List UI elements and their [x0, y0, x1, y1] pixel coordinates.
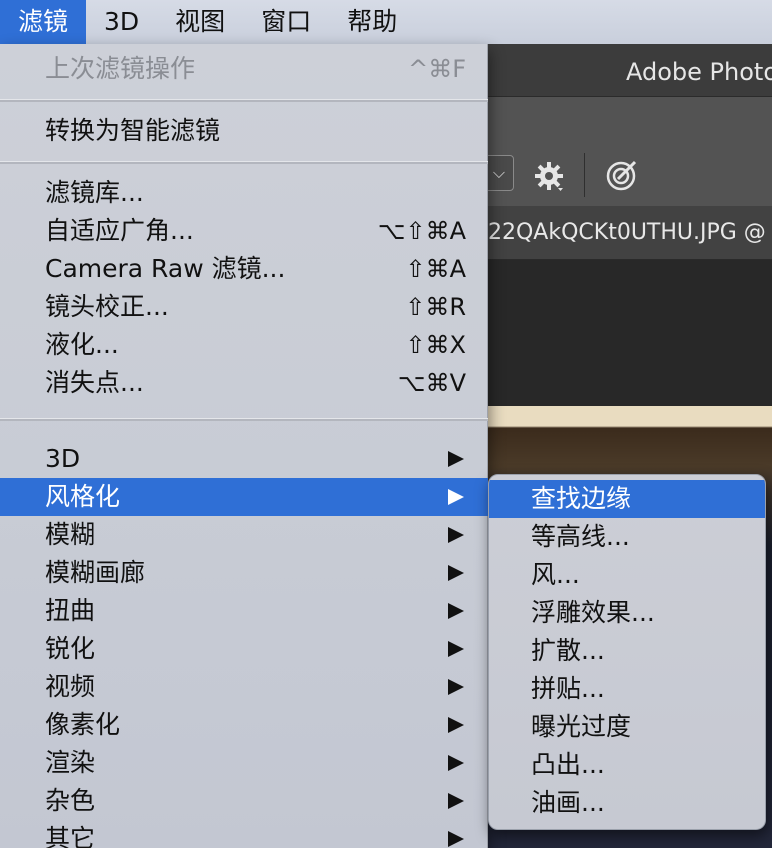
menu-item-shortcut: ⌥⌘V: [397, 369, 466, 397]
submenu-arrow-icon: [448, 565, 464, 581]
menu-item-3d[interactable]: 3D: [0, 440, 488, 478]
menu-item-sharpen[interactable]: 锐化: [0, 630, 488, 668]
submenu-item-label: 等高线...: [531, 522, 630, 551]
menu-item-label: 风格化: [45, 482, 121, 511]
options-bar: ⌵: [484, 96, 772, 206]
menu-item-label: 扭曲: [45, 596, 96, 625]
toolbar-divider: [584, 153, 585, 197]
menu-item-label: 渲染: [45, 748, 96, 777]
menu-item-pixelate[interactable]: 像素化: [0, 706, 488, 744]
menu-item-shortcut: ^⌘F: [408, 55, 466, 83]
menu-item-blur-gallery[interactable]: 模糊画廊: [0, 554, 488, 592]
submenu-arrow-icon: [448, 679, 464, 695]
menu-item-label: 自适应广角...: [45, 216, 194, 245]
menu-item-label: 视频: [45, 672, 96, 701]
window-title: Adobe Photo: [488, 44, 772, 96]
submenu-item-label: 曝光过度: [531, 712, 632, 741]
menu-item-label: 模糊: [45, 520, 96, 549]
menu-item-label: 像素化: [45, 710, 121, 739]
menu-separator: [0, 418, 488, 421]
menu-item-label: 杂色: [45, 786, 96, 815]
menu-item-label: 消失点...: [45, 368, 144, 397]
menu-item-label: 镜头校正...: [45, 292, 169, 321]
menu-item-filter-gallery[interactable]: 滤镜库...: [0, 174, 488, 212]
menu-item-stylize[interactable]: 风格化: [0, 478, 488, 516]
menu-item-label: 转换为智能滤镜: [45, 116, 221, 145]
menu-item-render[interactable]: 渲染: [0, 744, 488, 782]
menu-item-shortcut: ⌥⇧⌘A: [377, 217, 466, 245]
menu-item-other[interactable]: 其它: [0, 820, 488, 848]
menu-item-video[interactable]: 视频: [0, 668, 488, 706]
menu-item-distort[interactable]: 扭曲: [0, 592, 488, 630]
menu-separator: [0, 161, 488, 164]
submenu-item-emboss[interactable]: 浮雕效果...: [489, 594, 765, 632]
menu-item-last-filter: 上次滤镜操作 ^⌘F: [0, 50, 488, 88]
submenu-item-label: 拼贴...: [531, 674, 605, 703]
submenu-arrow-icon: [448, 793, 464, 809]
document-tab[interactable]: 22QAkQCKt0UTHU.JPG @: [488, 206, 772, 260]
submenu-item-oil-paint[interactable]: 油画...: [489, 784, 765, 822]
submenu-item-label: 油画...: [531, 788, 605, 817]
submenu-arrow-icon: [448, 603, 464, 619]
submenu-arrow-icon: [448, 831, 464, 847]
submenu-arrow-icon: [448, 717, 464, 733]
submenu-item-tiles[interactable]: 拼贴...: [489, 670, 765, 708]
submenu-item-diffuse[interactable]: 扩散...: [489, 632, 765, 670]
menubar-item-view[interactable]: 视图: [157, 0, 243, 44]
menu-item-label: 3D: [45, 444, 81, 473]
submenu-arrow-icon: [448, 451, 464, 467]
menubar-item-window[interactable]: 窗口: [243, 0, 329, 44]
tool-preset-dropdown[interactable]: ⌵: [484, 155, 514, 191]
menu-item-shortcut: ⇧⌘A: [405, 255, 466, 283]
menu-item-blur[interactable]: 模糊: [0, 516, 488, 554]
gear-icon[interactable]: [532, 159, 566, 193]
menu-bar: 滤镜 3D 视图 窗口 帮助: [0, 0, 772, 44]
menu-item-shortcut: ⇧⌘X: [405, 331, 466, 359]
submenu-item-label: 浮雕效果...: [531, 598, 655, 627]
submenu-arrow-icon: [448, 641, 464, 657]
menubar-item-help[interactable]: 帮助: [329, 0, 415, 44]
submenu-item-find-edges[interactable]: 查找边缘: [489, 480, 765, 518]
submenu-arrow-icon: [448, 489, 464, 505]
menu-item-vanishing-point[interactable]: 消失点... ⌥⌘V: [0, 364, 488, 402]
submenu-item-label: 扩散...: [531, 636, 605, 665]
menu-item-label: 锐化: [45, 634, 96, 663]
menu-item-label: Camera Raw 滤镜...: [45, 254, 286, 283]
menubar-item-3d[interactable]: 3D: [86, 0, 157, 44]
menu-item-lens-correction[interactable]: 镜头校正... ⇧⌘R: [0, 288, 488, 326]
menu-item-shortcut: ⇧⌘R: [405, 293, 466, 321]
menu-separator: [0, 99, 488, 102]
submenu-arrow-icon: [448, 755, 464, 771]
submenu-item-solarize[interactable]: 曝光过度: [489, 708, 765, 746]
menu-item-label: 模糊画廊: [45, 558, 146, 587]
submenu-item-label: 风...: [531, 560, 580, 589]
menu-item-label: 滤镜库...: [45, 178, 144, 207]
submenu-item-extrude[interactable]: 凸出...: [489, 746, 765, 784]
menu-item-noise[interactable]: 杂色: [0, 782, 488, 820]
menu-item-liquify[interactable]: 液化... ⇧⌘X: [0, 326, 488, 364]
menu-item-label: 上次滤镜操作: [45, 54, 196, 83]
menu-item-label: 液化...: [45, 330, 119, 359]
submenu-item-trace-contour[interactable]: 等高线...: [489, 518, 765, 556]
filter-menu: 上次滤镜操作 ^⌘F 转换为智能滤镜 滤镜库... 自适应广角... ⌥⇧⌘A …: [0, 44, 488, 848]
submenu-item-label: 凸出...: [531, 750, 605, 779]
submenu-arrow-icon: [448, 527, 464, 543]
submenu-item-label: 查找边缘: [531, 484, 632, 513]
menu-item-label: 其它: [45, 824, 96, 848]
stylize-submenu: 查找边缘 等高线... 风... 浮雕效果... 扩散... 拼贴... 曝光过…: [488, 474, 766, 830]
brush-target-icon[interactable]: [604, 157, 640, 193]
submenu-item-wind[interactable]: 风...: [489, 556, 765, 594]
menu-item-adaptive-wide-angle[interactable]: 自适应广角... ⌥⇧⌘A: [0, 212, 488, 250]
menubar-item-filter[interactable]: 滤镜: [0, 0, 87, 44]
menu-item-camera-raw[interactable]: Camera Raw 滤镜... ⇧⌘A: [0, 250, 488, 288]
menu-item-convert-smart-filter[interactable]: 转换为智能滤镜: [0, 112, 488, 150]
